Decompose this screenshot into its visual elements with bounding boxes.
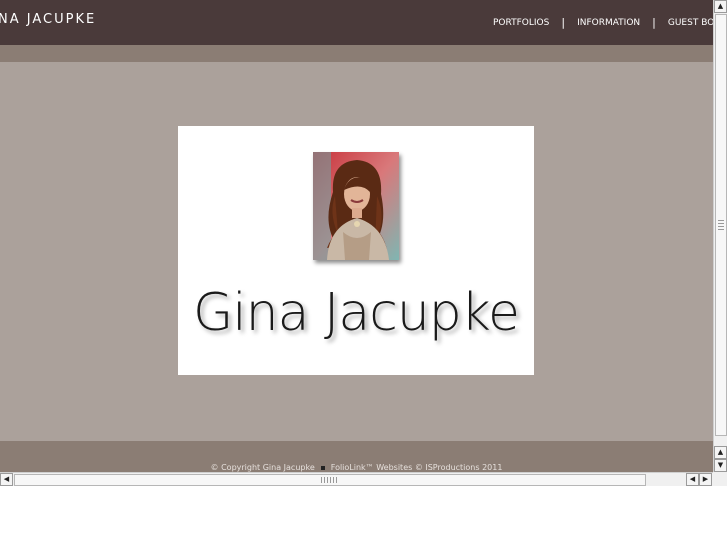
grip-icon xyxy=(321,477,337,483)
splash-card[interactable]: Gina Jacupke xyxy=(178,126,534,375)
left-arrow-icon: ◀ xyxy=(3,475,10,483)
footer-text: © Copyright Gina Jacupke FolioLink™ Websi… xyxy=(0,463,713,472)
nav-portfolios[interactable]: PORTFOLIOS xyxy=(493,18,549,28)
site-title[interactable]: NA JACUPKE xyxy=(0,12,96,27)
nav-information[interactable]: INFORMATION xyxy=(577,18,640,28)
main-nav: PORTFOLIOS | INFORMATION | GUEST BO xyxy=(493,16,713,29)
credit-link[interactable]: FolioLink™ Websites © ISProductions 2011 xyxy=(331,463,503,472)
grip-icon xyxy=(718,220,724,232)
left-arrow-icon: ◀ xyxy=(689,475,696,483)
nav-separator: | xyxy=(561,16,566,29)
top-bar: NA JACUPKE PORTFOLIOS | INFORMATION | GU… xyxy=(0,0,713,45)
scroll-right-button[interactable]: ▶ xyxy=(699,473,712,486)
bullet-separator xyxy=(320,465,325,470)
vertical-scroll-thumb[interactable] xyxy=(715,14,727,436)
scroll-up-button[interactable]: ▲ xyxy=(714,0,727,13)
footer: © Copyright Gina Jacupke FolioLink™ Websi… xyxy=(0,441,713,472)
portrait-photo xyxy=(313,152,399,260)
scroll-down-button[interactable]: ▼ xyxy=(714,459,727,472)
horizontal-scrollbar[interactable]: ◀ ◀ ▶ xyxy=(0,472,713,486)
scroll-left-button[interactable]: ◀ xyxy=(0,473,13,486)
nav-separator: | xyxy=(652,16,656,29)
scrollbar-corner xyxy=(713,472,727,486)
down-arrow-icon: ▼ xyxy=(717,461,724,469)
artist-name: Gina Jacupke xyxy=(192,283,520,343)
page-viewport: NA JACUPKE PORTFOLIOS | INFORMATION | GU… xyxy=(0,0,713,472)
nav-guest-book[interactable]: GUEST BO xyxy=(668,18,713,28)
vertical-scrollbar[interactable]: ▲ ▲ ▼ xyxy=(713,0,727,472)
sub-bar xyxy=(0,45,713,62)
up-arrow-icon: ▲ xyxy=(717,448,724,456)
horizontal-scroll-thumb[interactable] xyxy=(14,474,646,486)
scroll-up-button[interactable]: ▲ xyxy=(714,446,727,459)
portrait-photo-image xyxy=(313,152,399,260)
up-arrow-icon: ▲ xyxy=(717,2,724,10)
right-arrow-icon: ▶ xyxy=(702,475,709,483)
scroll-left-button[interactable]: ◀ xyxy=(686,473,699,486)
copyright-text: © Copyright Gina Jacupke xyxy=(210,463,315,472)
